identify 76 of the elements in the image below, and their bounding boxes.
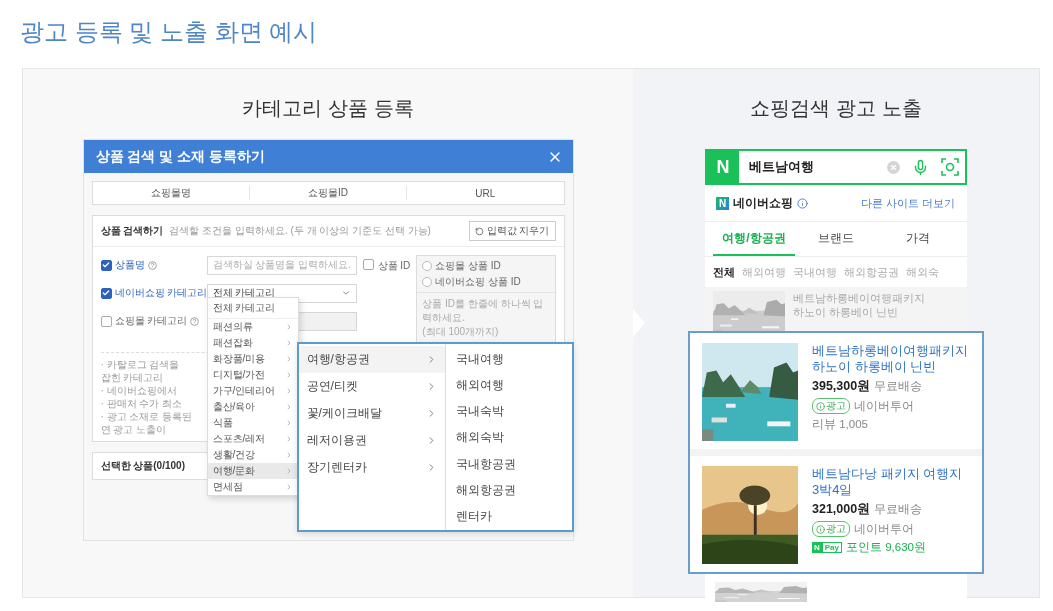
info-icon bbox=[816, 524, 825, 534]
section-title: 상품 검색하기 bbox=[100, 224, 164, 238]
radio-button[interactable] bbox=[422, 261, 433, 271]
criterion-label: 상품 ID bbox=[377, 259, 411, 273]
radio-button[interactable] bbox=[422, 277, 433, 287]
tab[interactable]: URL bbox=[407, 187, 564, 199]
note-text: · 광고 소재로 등록된 bbox=[100, 411, 193, 422]
price: 321,000원 bbox=[812, 501, 871, 518]
filter-chip[interactable]: 전체 bbox=[713, 264, 735, 280]
dropdown-item[interactable]: 패션의류 bbox=[207, 319, 298, 335]
dropdown-item[interactable]: 여행/문화 bbox=[207, 463, 298, 479]
product-title: 베트남하롱베이여행패키지 하노이 하롱베이 닌빈 bbox=[793, 291, 925, 319]
submenu-item[interactable]: 여행/항공권 bbox=[298, 346, 445, 373]
shop-title: 네이버쇼핑 bbox=[733, 194, 793, 212]
reset-button[interactable]: 입력값 지우기 bbox=[468, 221, 556, 241]
selected-products-label: 선택한 상품(0/100) bbox=[100, 459, 185, 473]
submenu-item[interactable]: 해외여행 bbox=[445, 372, 572, 399]
dropdown-item[interactable]: 면세점 bbox=[207, 479, 298, 495]
ad-badge: 광고 bbox=[812, 521, 850, 537]
dropdown-item[interactable]: 전체 카테고리 bbox=[207, 298, 298, 319]
price: 395,300원 bbox=[812, 378, 871, 395]
search-value: 베트남여행 bbox=[748, 158, 815, 176]
note-text: 연 광고 노출이 bbox=[100, 424, 167, 435]
panel-title: 카테고리 상품 등록 bbox=[242, 96, 414, 121]
product-title[interactable]: 베트남다낭 패키지 여행지 3박4일 bbox=[812, 466, 963, 498]
help-icon bbox=[190, 316, 200, 326]
note-text: · 판매처 수가 최소 bbox=[100, 398, 183, 409]
checkbox[interactable] bbox=[100, 259, 112, 271]
clear-icon[interactable] bbox=[887, 160, 900, 174]
chevron-icon bbox=[340, 288, 351, 298]
search-field[interactable]: N 베트남여행 bbox=[705, 149, 967, 185]
radio-label: 네이버쇼핑 상품 ID bbox=[435, 275, 521, 289]
logo: N bbox=[707, 151, 739, 183]
tab[interactable]: 쇼핑몰ID bbox=[249, 186, 408, 200]
note-text: 잡힌 카테고리 bbox=[100, 372, 164, 383]
tab[interactable]: 쇼핑몰명 bbox=[92, 186, 250, 200]
radio-label: 쇼핑몰 상품 ID bbox=[435, 259, 501, 273]
dropdown-item[interactable]: 패션잡화 bbox=[207, 335, 298, 351]
microphone-icon[interactable] bbox=[912, 158, 929, 176]
id-input-area[interactable]: 쇼핑몰 상품 ID 네이버쇼핑 상품 ID 상품 ID를 한줄에 하나씩 입력하세요. (최대 100개까지) bbox=[416, 255, 556, 344]
seller-name: 네이버투어 bbox=[854, 521, 914, 537]
criterion-label: 네이버쇼핑 카테고리 bbox=[114, 286, 208, 300]
npay-badge: N Pay bbox=[812, 542, 842, 553]
note-text: · 네이버쇼핑에서 bbox=[100, 385, 177, 396]
camera-lens-icon[interactable] bbox=[941, 158, 959, 176]
submenu-item[interactable]: 렌터카 bbox=[445, 503, 572, 530]
note-text: · 카탈로그 검색을 bbox=[100, 359, 180, 370]
tab[interactable]: 브랜드 bbox=[795, 222, 877, 256]
page-heading: 광고 등록 및 노출 화면 예시 bbox=[20, 17, 319, 47]
submenu-item[interactable]: 국내숙박 bbox=[445, 398, 572, 425]
shipping-text: 무료배송 bbox=[874, 502, 923, 517]
criterion-label: 쇼핑몰 카테고리 bbox=[114, 314, 188, 328]
product-title[interactable]: 베트남하롱베이여행패키지 하노이 하롱베이 닌빈 bbox=[812, 343, 968, 375]
criterion-label: 상품명 bbox=[114, 258, 145, 272]
shop-logo: N bbox=[716, 196, 729, 210]
ad-badge: 광고 bbox=[812, 398, 850, 414]
info-icon bbox=[816, 401, 825, 411]
section-description: 검색할 조건을 입력하세요. (두 개 이상의 기준도 선택 가능) bbox=[169, 224, 432, 238]
seller-name: 네이버투어 bbox=[854, 398, 914, 414]
shipping-text: 무료배송 bbox=[874, 379, 923, 394]
checkbox[interactable] bbox=[100, 287, 112, 299]
review-count: 리뷰 1,005 bbox=[812, 417, 869, 432]
help-icon bbox=[147, 260, 157, 270]
panel-title: 쇼핑검색 광고 노출 bbox=[750, 96, 922, 121]
tab[interactable]: 가격 bbox=[877, 222, 959, 256]
submenu-item[interactable]: 국내항공권 bbox=[445, 451, 572, 478]
submenu-item[interactable]: 해외항공권 bbox=[445, 477, 572, 504]
modal-title: 상품 검색 및 소재 등록하기 bbox=[95, 147, 266, 166]
checkbox[interactable] bbox=[362, 259, 374, 270]
points-text: 포인트 9,630원 bbox=[846, 540, 926, 555]
submenu-item[interactable]: 해외숙박 bbox=[445, 424, 572, 452]
reset-icon bbox=[474, 226, 484, 236]
submenu-item[interactable]: 국내여행 bbox=[445, 346, 572, 373]
info-icon[interactable] bbox=[797, 197, 808, 209]
more-sites-link[interactable]: 다른 사이트 더보기 bbox=[860, 195, 955, 211]
placeholder-text: 상품 ID를 한줄에 하나씩 입력하세요. (최대 100개까지) bbox=[421, 297, 545, 339]
